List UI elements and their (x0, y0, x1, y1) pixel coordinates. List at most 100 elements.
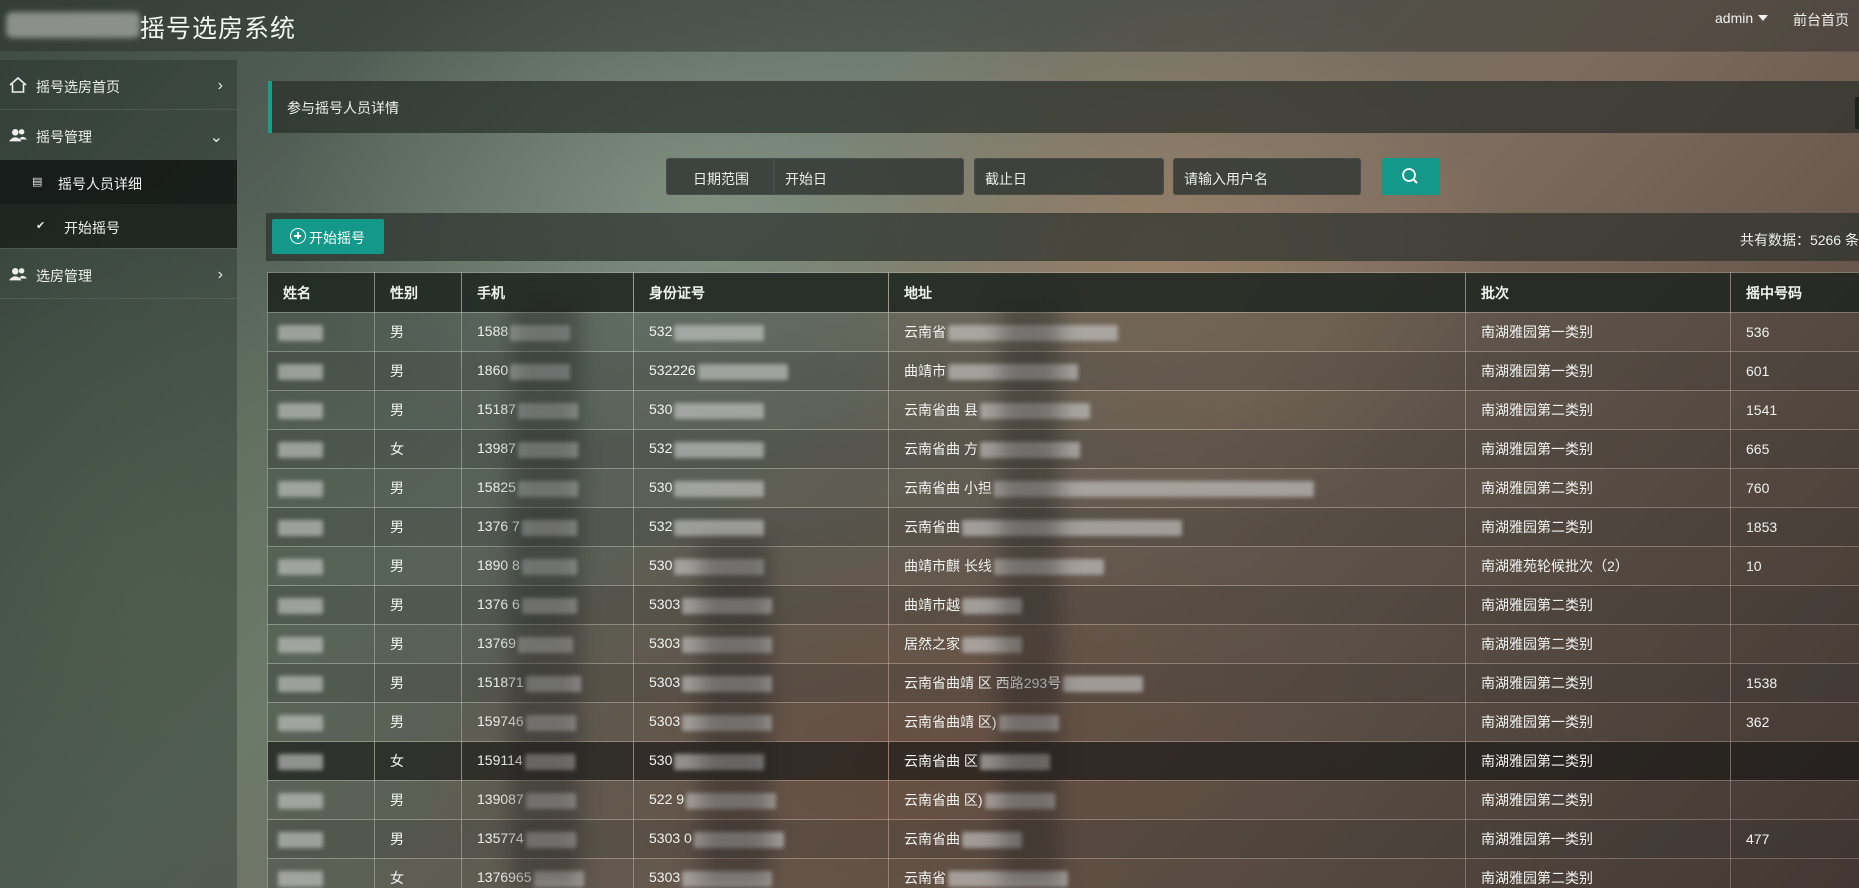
start-lottery-button[interactable]: 开始摇号 (272, 219, 384, 254)
sidebar: 摇号选房首页 › 摇号管理 ⌄ ▤ 摇号人员详细 ✔ 开始摇号 选房管理 › (0, 60, 237, 888)
phone-text: 13987 (477, 440, 516, 457)
table-row[interactable]: 男 1376 6 5303 曲靖市越 南湖雅园第二类别 (267, 585, 1859, 625)
table-row[interactable]: 男 13769 5303 居然之家 南湖雅园第二类别 (267, 624, 1859, 664)
cell-batch: 南湖雅园第一类别 (1465, 702, 1731, 742)
user-name: admin (1715, 10, 1754, 26)
redacted-id (674, 480, 765, 497)
cell-id-number: 530 (633, 390, 889, 430)
column-header-address[interactable]: 地址 (888, 272, 1466, 313)
winning-number-text: 362 (1746, 714, 1770, 730)
gender-text: 男 (390, 519, 404, 535)
phone-text: 1890 8 (477, 557, 520, 574)
batch-text: 南湖雅园第一类别 (1481, 324, 1593, 340)
column-header-name[interactable]: 姓名 (267, 272, 375, 313)
cell-address: 云南省 (888, 312, 1466, 352)
address-text: 云南省曲 (904, 519, 960, 535)
cell-name (267, 585, 375, 625)
table-row[interactable]: 女 159114 530 云南省曲 区 南湖雅园第二类别 (267, 741, 1859, 781)
address-text: 居然之家 (904, 636, 960, 652)
cell-address: 云南省曲 (888, 507, 1466, 547)
sidebar-item-lottery-home[interactable]: 摇号选房首页 › (0, 60, 237, 110)
table-row[interactable]: 男 159746 5303 云南省曲靖 区) 南湖雅园第一类别 362 (267, 702, 1859, 742)
cell-batch: 南湖雅园第二类别 (1465, 858, 1731, 888)
cell-id-number: 5303 (633, 663, 889, 703)
id-number-text: 532 (649, 440, 673, 457)
sidebar-item-lottery-management[interactable]: 摇号管理 ⌄ (0, 110, 237, 160)
cell-winning-number (1730, 741, 1859, 781)
date-range-label: 日期范围 (666, 158, 774, 195)
cell-address: 云南省曲 区 (888, 741, 1466, 781)
cell-id-number: 530 (633, 741, 889, 781)
address-text: 云南省曲 (904, 831, 960, 847)
start-date-placeholder: 开始日 (785, 171, 827, 187)
cell-name (267, 624, 375, 664)
total-count: 共有数据：5266 条 (1739, 232, 1859, 248)
batch-text: 南湖雅园第二类别 (1481, 870, 1593, 886)
start-date-input[interactable]: 开始日 (774, 158, 964, 195)
gender-text: 男 (390, 831, 404, 847)
end-date-input[interactable]: 截止日 (974, 158, 1164, 195)
table-row[interactable]: 男 15825 530 云南省曲 小担 南湖雅园第二类别 760 (267, 468, 1859, 508)
table-row[interactable]: 男 151871 5303 云南省曲靖 区 西路293号 南湖雅园第二类别 1538 (267, 663, 1859, 703)
cell-name (267, 468, 375, 508)
redacted-id (682, 675, 773, 692)
sidebar-item-label: 摇号管理 (36, 129, 92, 145)
table-row[interactable]: 女 13987 532 云南省曲 方 南湖雅园第一类别 665 (267, 429, 1859, 469)
redacted-id (674, 558, 765, 575)
table-header-row: 姓名 性别 手机 身份证号 地址 批次 摇中号码 (267, 272, 1859, 313)
cell-phone: 15187 (461, 390, 634, 430)
cell-address: 云南省曲靖 区 西路293号 (888, 663, 1466, 703)
batch-text: 南湖雅园第一类别 (1481, 831, 1593, 847)
column-header-batch[interactable]: 批次 (1465, 272, 1731, 313)
user-menu[interactable]: admin (1715, 10, 1769, 26)
winning-number-text: 601 (1746, 363, 1770, 379)
redacted-address (962, 832, 1022, 849)
table-row[interactable]: 男 139087 522 9 云南省曲 区) 南湖雅园第二类别 (267, 780, 1859, 820)
table-row[interactable]: 男 1860 532226 曲靖市 南湖雅园第一类别 601 (267, 351, 1859, 391)
cell-id-number: 530 (633, 468, 889, 508)
cell-gender: 男 (374, 585, 462, 625)
column-header-winning-number[interactable]: 摇中号码 (1730, 272, 1859, 313)
cell-address: 云南省曲 (888, 819, 1466, 859)
username-input[interactable]: 请输入用户名 (1173, 158, 1361, 195)
users-icon (8, 129, 28, 142)
sidebar-subitem-label: 开始摇号 (64, 220, 120, 236)
redacted-id (674, 402, 765, 419)
winning-number-text: 536 (1746, 324, 1770, 340)
cell-gender: 男 (374, 663, 462, 703)
redacted-name (278, 597, 323, 614)
column-header-gender[interactable]: 性别 (374, 272, 462, 313)
cell-phone: 159746 (461, 702, 634, 742)
table-row[interactable]: 女 1376965 5303 云南省 南湖雅园第二类别 (267, 858, 1859, 888)
sidebar-subitem-participants[interactable]: ▤ 摇号人员详细 (0, 160, 237, 204)
search-button[interactable] (1382, 158, 1440, 195)
phone-text: 1376965 (477, 869, 532, 886)
column-header-phone[interactable]: 手机 (461, 272, 634, 313)
sidebar-subitem-start-lottery[interactable]: ✔ 开始摇号 (0, 204, 237, 248)
cell-gender: 女 (374, 741, 462, 781)
winning-number-text: 10 (1746, 558, 1762, 574)
phone-text: 15825 (477, 479, 516, 496)
frontend-home-link[interactable]: 前台首页 (1793, 10, 1849, 30)
table-row[interactable]: 男 15187 530 云南省曲 县 南湖雅园第二类别 1541 (267, 390, 1859, 430)
cell-name (267, 780, 375, 820)
address-text: 曲靖市越 (904, 597, 960, 613)
redacted-name (278, 636, 323, 653)
cell-winning-number (1730, 780, 1859, 820)
redacted-id (682, 714, 773, 731)
table-row[interactable]: 男 1588 532 云南省 南湖雅园第一类别 536 (267, 312, 1859, 352)
redacted-id (686, 792, 777, 809)
cell-id-number: 5303 (633, 858, 889, 888)
table-row[interactable]: 男 1890 8 530 曲靖市麒 长线 南湖雅苑轮候批次（2） 10 (267, 546, 1859, 586)
sidebar-item-label: 摇号选房首页 (36, 79, 120, 95)
sidebar-item-room-selection[interactable]: 选房管理 › (0, 249, 237, 299)
app-title: 摇号选房系统 (140, 15, 297, 43)
table-row[interactable]: 男 1376 7 532 云南省曲 南湖雅园第二类别 1853 (267, 507, 1859, 547)
id-number-text: 5303 (649, 869, 681, 886)
table-row[interactable]: 男 135774 5303 0 云南省曲 南湖雅园第一类别 477 (267, 819, 1859, 859)
address-text: 云南省 (904, 324, 946, 340)
column-header-id-number[interactable]: 身份证号 (633, 272, 889, 313)
redacted-phone (521, 597, 577, 614)
cell-gender: 女 (374, 858, 462, 888)
gender-text: 男 (390, 558, 404, 574)
